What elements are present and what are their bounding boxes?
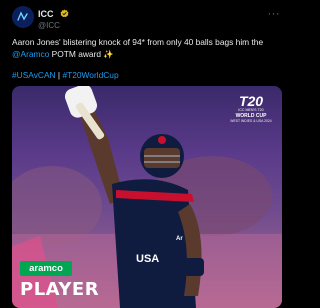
author-names: ICC @ICC — [38, 7, 69, 31]
more-options-icon[interactable]: ··· — [268, 8, 281, 20]
tweet-text-part1: Aaron Jones' blistering knock of 94* fro… — [12, 37, 264, 47]
svg-text:Ar: Ar — [176, 236, 183, 242]
icc-avatar-icon[interactable] — [12, 6, 34, 28]
hashtag-link[interactable]: #T20WorldCup — [62, 70, 118, 80]
wc-line3: WEST INDIES & USA 2024 — [230, 119, 272, 123]
wc-mark: T20 — [238, 93, 264, 109]
hashtag-link[interactable]: #USAvCAN — [12, 70, 56, 80]
author-display-name[interactable]: ICC — [38, 9, 54, 19]
tweet-media-image[interactable]: USA Ar T20 ICC MEN'S T20 WORLD CUP WEST … — [12, 86, 282, 308]
hashtags: #USAvCAN | #T20WorldCup — [12, 70, 119, 80]
t20-world-cup-logo: T20 ICC MEN'S T20 WORLD CUP WEST INDIES … — [228, 94, 274, 124]
verified-badge-icon — [60, 8, 69, 19]
jersey-text: USA — [136, 253, 159, 265]
icc-logo — [15, 9, 31, 25]
tweet: ICC @ICC ··· Aaron Jones' blistering kno… — [0, 0, 292, 308]
tweet-text: Aaron Jones' blistering knock of 94* fro… — [12, 36, 282, 60]
player-headline: PLAYER — [20, 279, 100, 300]
mention-link[interactable]: @Aramco — [12, 49, 49, 59]
author-handle[interactable]: @ICC — [38, 20, 69, 31]
tweet-text-part2: POTM award ✨ — [49, 49, 114, 59]
tweet-header: ICC @ICC ··· — [12, 6, 280, 30]
aramco-badge: aramco — [20, 261, 72, 276]
